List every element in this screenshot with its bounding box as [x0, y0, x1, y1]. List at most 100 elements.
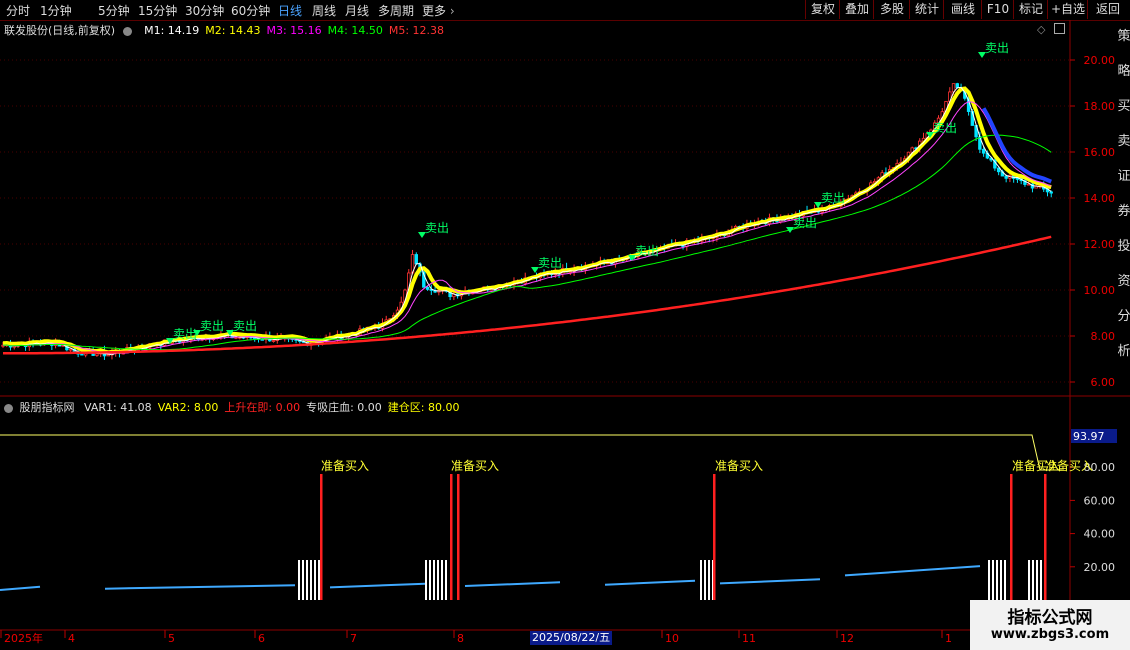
- ind-white-bar: [302, 560, 304, 600]
- ind-white-bar: [310, 560, 312, 600]
- buy-label: 准备买入: [451, 459, 499, 473]
- ind-white-bar: [704, 560, 706, 600]
- ma-blue-segment: [981, 107, 1052, 184]
- sell-label: 卖出: [538, 256, 562, 270]
- ind-white-bar: [441, 560, 443, 600]
- candle-body: [1049, 191, 1053, 194]
- candle-body: [981, 148, 986, 154]
- kline-chart[interactable]: 20.00 18.00 16.00 14.00 12.00 10.00 8.00 6.00 策略…: [0, 0, 1130, 650]
- sell-label: 卖出: [985, 41, 1009, 55]
- buy-label: 准备买入: [715, 459, 763, 473]
- sell-label: 卖出: [173, 327, 197, 341]
- right-strip-char: 资: [1117, 274, 1130, 289]
- ind-white-bar: [988, 560, 990, 600]
- ind-cyan-line: [104, 584, 296, 590]
- candle-body: [106, 354, 110, 357]
- cursor-date: 2025/08/22/五: [530, 631, 613, 645]
- right-strip-char: 投: [1117, 238, 1130, 254]
- ind-cyan-line: [0, 585, 41, 592]
- candle-body: [80, 353, 84, 356]
- ind-white-bar: [429, 560, 431, 600]
- buy-bar: [1044, 474, 1047, 600]
- ind-white-bar: [1028, 560, 1030, 600]
- ind-tick-label: 60.00: [1084, 494, 1116, 507]
- ind-cyan-line: [844, 565, 981, 577]
- sell-label: 卖出: [933, 121, 957, 135]
- price-tick-label: 8.00: [1091, 330, 1116, 343]
- right-strip-char: 分: [1117, 309, 1130, 324]
- candle-body: [425, 286, 430, 290]
- buy-bar: [320, 474, 323, 600]
- time-axis-label: 8: [457, 632, 464, 645]
- current-value-label: 93.97: [1073, 430, 1105, 443]
- ind-cyan-line: [604, 579, 696, 586]
- ind-white-bar: [1000, 560, 1002, 600]
- ind-white-bar: [700, 560, 702, 600]
- price-tick-label: 18.00: [1084, 100, 1116, 113]
- ind-white-bar: [708, 560, 710, 600]
- candle-body: [253, 337, 257, 340]
- ind-white-bar: [1036, 560, 1038, 600]
- time-axis-label: 10: [665, 632, 679, 645]
- price-tick-label: 12.00: [1084, 238, 1116, 251]
- sell-label: 卖出: [635, 244, 659, 258]
- ma2-band: [2, 86, 1052, 355]
- buy-bar: [1010, 474, 1013, 600]
- time-axis-label: 7: [350, 632, 357, 645]
- candle-body: [1004, 175, 1008, 179]
- ind-cyan-line: [719, 578, 821, 585]
- right-strip-char: 析: [1117, 344, 1130, 359]
- price-tick-label: 10.00: [1084, 284, 1116, 297]
- ind-tick-label: 20.00: [1084, 561, 1116, 574]
- candle-body: [68, 348, 73, 351]
- time-axis-label: 11: [742, 632, 756, 645]
- buy-bar: [450, 474, 453, 600]
- price-tick-label: 6.00: [1091, 376, 1116, 389]
- ind-white-bar: [437, 560, 439, 600]
- watermark-logo: 指标公式网 www.zbgs3.com: [970, 600, 1130, 650]
- sell-label: 卖出: [425, 221, 449, 235]
- ind-white-bar: [996, 560, 998, 600]
- watermark-title: 指标公式网: [1007, 608, 1093, 628]
- sell-label: 卖出: [200, 319, 224, 333]
- buy-label: 准备买入: [1045, 459, 1093, 473]
- sell-label: 卖出: [793, 216, 817, 230]
- candle-body: [95, 353, 99, 356]
- ind-white-bar: [1040, 560, 1042, 600]
- ind-white-bar: [318, 560, 320, 600]
- time-axis-label: 6: [258, 632, 265, 645]
- ind-cyan-line: [464, 581, 561, 588]
- right-strip-char: 券: [1117, 203, 1130, 219]
- candle-body: [955, 83, 960, 89]
- buy-bar: [713, 474, 716, 600]
- ind-white-bar: [1004, 560, 1006, 600]
- candle-body: [414, 254, 418, 265]
- price-tick-label: 16.00: [1084, 146, 1116, 159]
- price-tick-label: 14.00: [1084, 192, 1116, 205]
- ind-white-bar: [425, 560, 427, 600]
- ma3-line: [2, 101, 1052, 354]
- time-axis-label: 1: [945, 632, 952, 645]
- ind-white-bar: [314, 560, 316, 600]
- right-strip-char: 买: [1117, 99, 1130, 114]
- time-axis-label: 12: [840, 632, 854, 645]
- ind-white-bar: [298, 560, 300, 600]
- price-tick-label: 20.00: [1084, 54, 1116, 67]
- ind-white-bar: [306, 560, 308, 600]
- buy-bar: [457, 474, 460, 600]
- candle-body: [271, 340, 276, 342]
- watermark-url: www.zbgs3.com: [990, 627, 1110, 642]
- right-strip-char: 证: [1117, 169, 1130, 184]
- time-axis-label: 5: [168, 632, 175, 645]
- ind-white-bar: [445, 560, 447, 600]
- time-axis-label: 4: [68, 632, 75, 645]
- buy-label: 准备买入: [321, 459, 369, 473]
- sell-label: 卖出: [821, 191, 845, 205]
- ind-white-bar: [992, 560, 994, 600]
- sell-label: 卖出: [233, 319, 257, 333]
- ind-tick-label: 40.00: [1084, 528, 1116, 541]
- candle-body: [1015, 178, 1020, 180]
- ind-cyan-line: [329, 582, 426, 589]
- right-strip-char: 策: [1117, 28, 1130, 44]
- ma1-line: [2, 86, 1052, 356]
